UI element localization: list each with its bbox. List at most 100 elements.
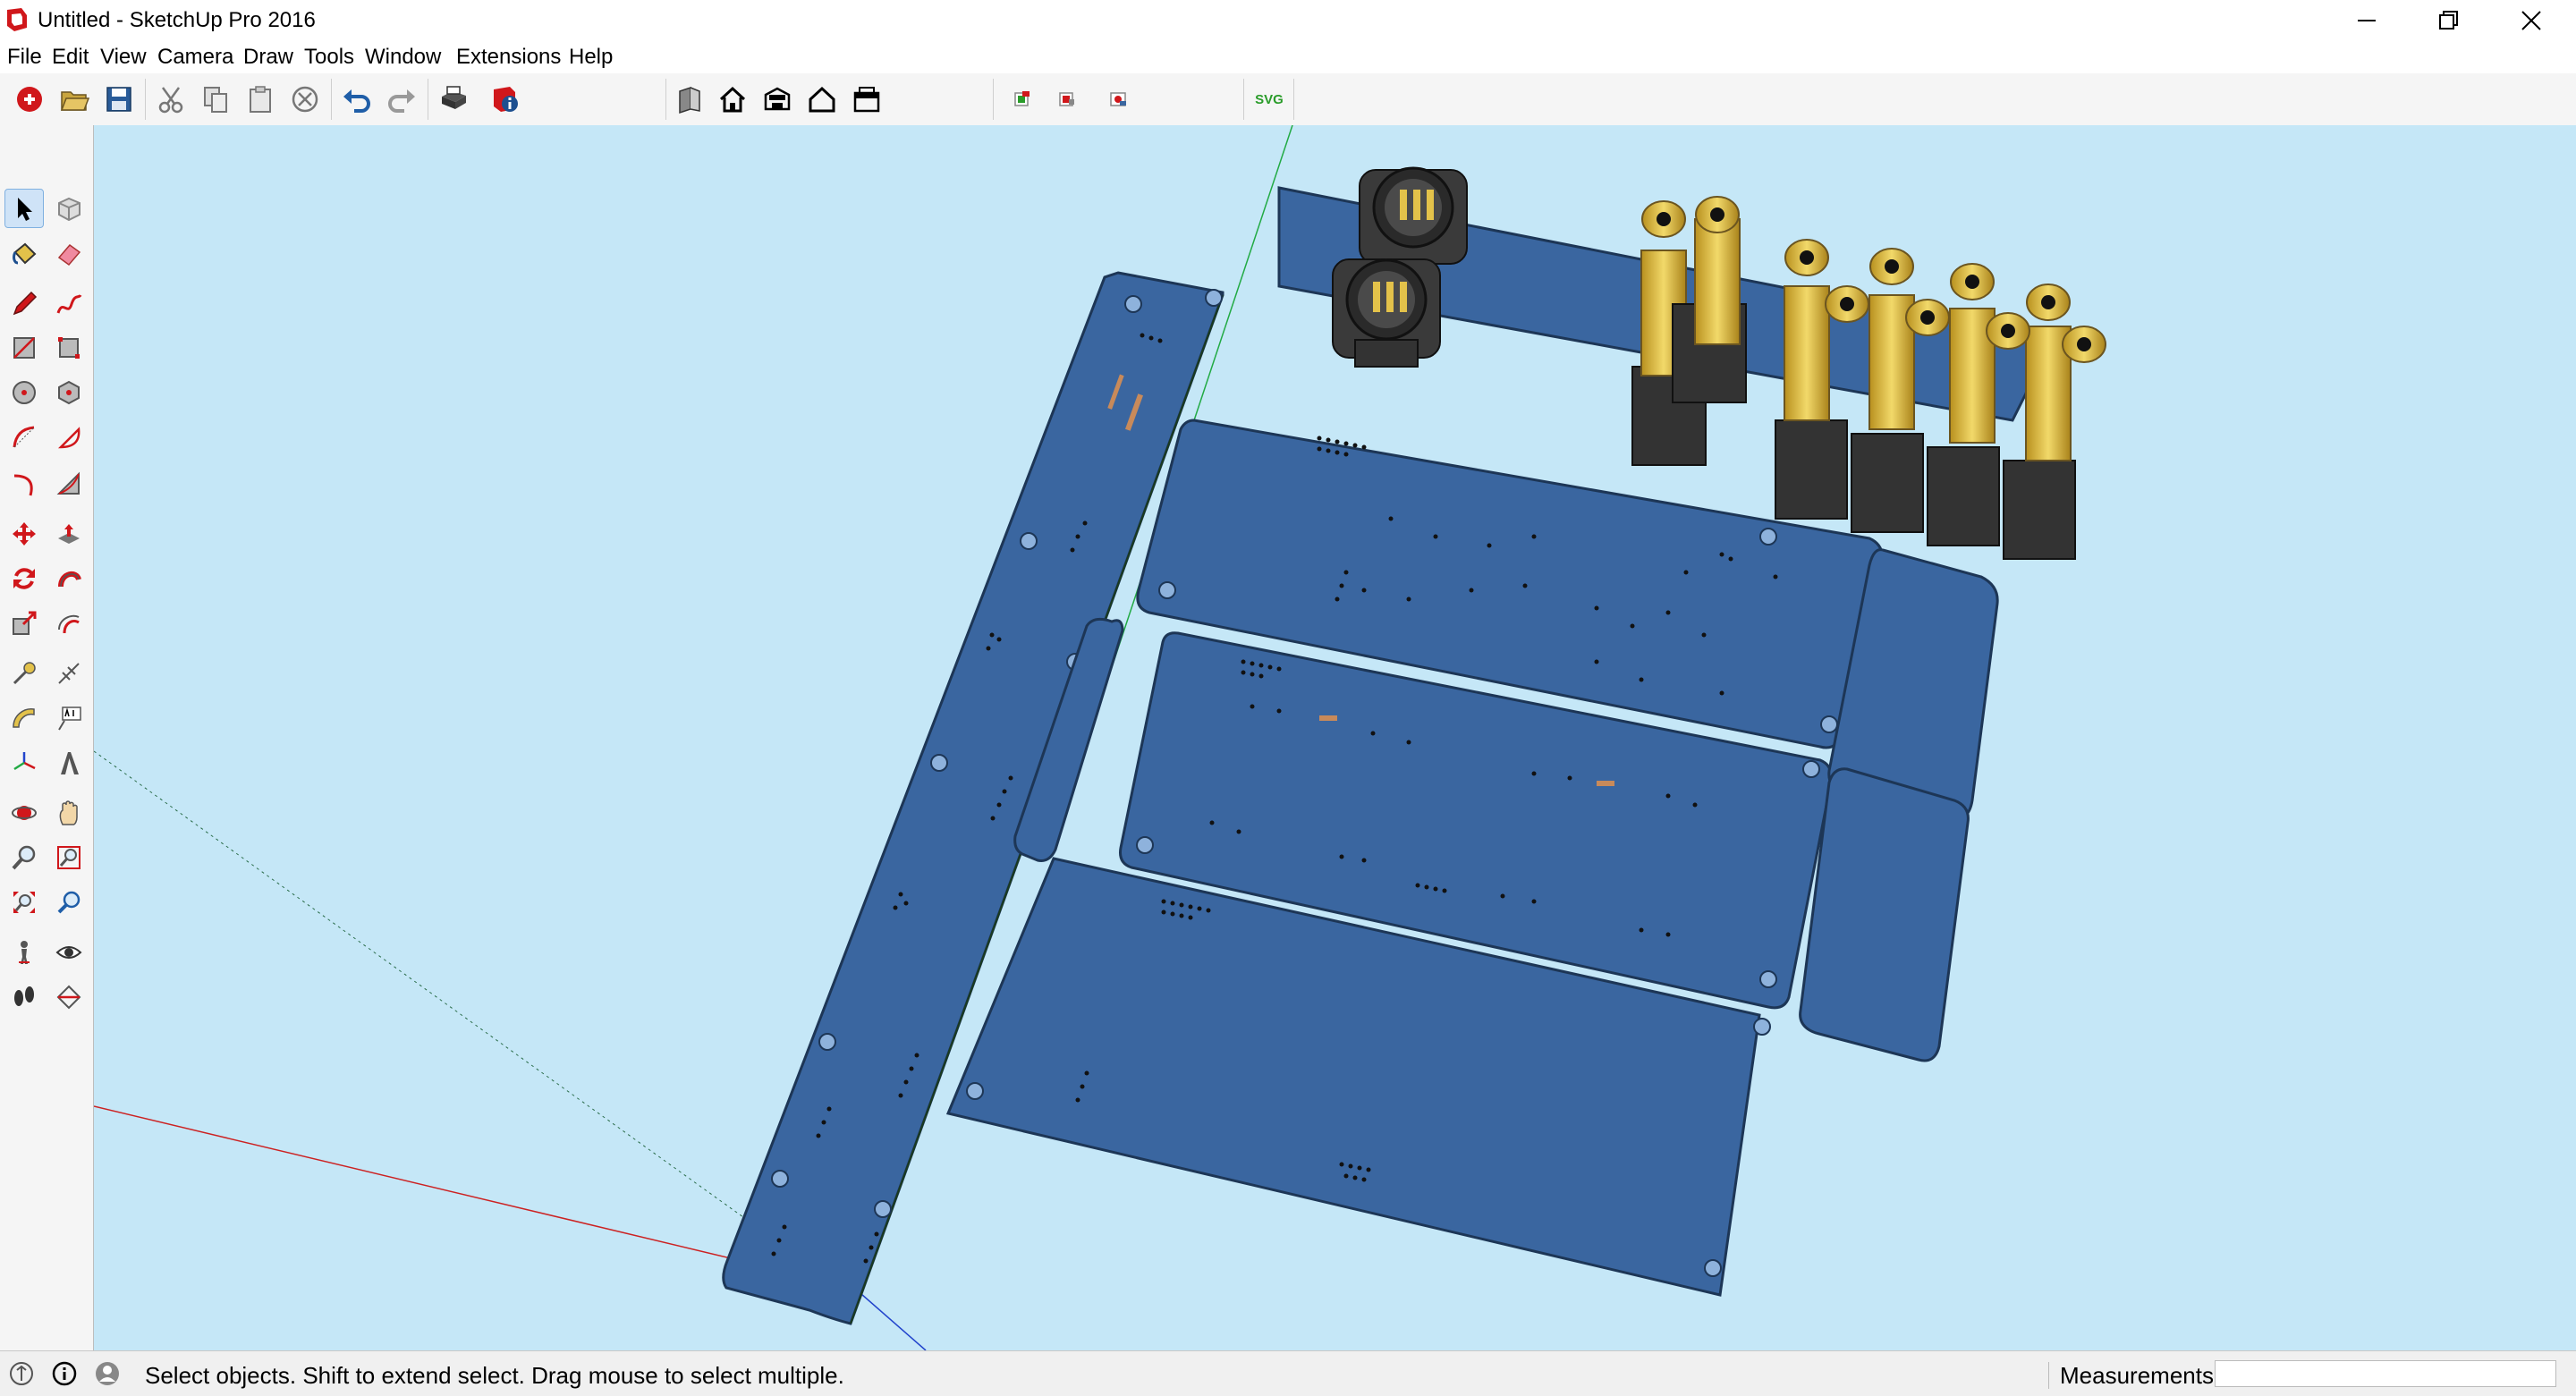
push-pull-tool[interactable] xyxy=(50,515,88,553)
xlr-connector-1[interactable] xyxy=(1359,166,1468,265)
3d-text-tool[interactable] xyxy=(50,744,88,782)
pencil-tool[interactable] xyxy=(5,284,43,322)
print-button[interactable] xyxy=(436,82,470,116)
orbit-icon xyxy=(12,806,37,820)
section-plane-tool[interactable] xyxy=(50,978,88,1016)
main-toolbar: SVG xyxy=(0,73,2576,126)
move-tool[interactable] xyxy=(5,515,43,553)
menu-file[interactable]: File xyxy=(7,45,42,70)
measurements-input[interactable] xyxy=(2215,1360,2556,1387)
restore-icon xyxy=(2439,11,2458,30)
model-viewport[interactable] xyxy=(94,125,2576,1350)
extension-button[interactable] xyxy=(1102,82,1136,116)
open-button[interactable] xyxy=(57,82,91,116)
save-button[interactable] xyxy=(102,82,136,116)
top-view-button[interactable] xyxy=(760,82,794,116)
menu-camera[interactable]: Camera xyxy=(157,45,233,70)
menu-help[interactable]: Help xyxy=(569,45,613,70)
offset-icon xyxy=(58,614,80,634)
minimize-button[interactable] xyxy=(2326,0,2408,41)
3d-text-icon xyxy=(61,752,79,774)
rectangle-tool[interactable] xyxy=(5,329,43,367)
home-view-button[interactable] xyxy=(716,82,750,116)
previous-view-tool[interactable] xyxy=(50,884,88,921)
arc-icon xyxy=(13,426,35,448)
front-view-button[interactable] xyxy=(805,82,839,116)
pencil-icon xyxy=(13,291,38,316)
circle-tool[interactable] xyxy=(5,374,43,411)
follow-me-tool[interactable] xyxy=(50,560,88,597)
xlr-connector-2[interactable] xyxy=(1332,258,1441,368)
dimension-tool[interactable] xyxy=(50,655,88,692)
redo-button[interactable] xyxy=(385,82,419,116)
toolbar-separator xyxy=(145,79,146,120)
pan-icon xyxy=(59,800,78,825)
zoom-extents-tool[interactable] xyxy=(5,884,43,921)
rotated-rectangle-tool[interactable] xyxy=(50,329,88,367)
protractor-tool[interactable] xyxy=(5,699,43,737)
menu-draw[interactable]: Draw xyxy=(243,45,293,70)
info-icon[interactable] xyxy=(50,1359,79,1388)
menu-edit[interactable]: Edit xyxy=(52,45,89,70)
pan-tool[interactable] xyxy=(50,794,88,832)
user-account-icon[interactable] xyxy=(93,1359,122,1388)
previous-view-icon xyxy=(57,891,80,914)
look-around-tool[interactable] xyxy=(50,934,88,971)
erase-icon xyxy=(292,86,318,113)
zoom-window-tool[interactable] xyxy=(50,839,88,876)
title-bar: Untitled - SketchUp Pro 2016 xyxy=(0,0,2576,41)
section-view-button[interactable] xyxy=(850,82,884,116)
paint-bucket-tool[interactable] xyxy=(5,234,43,272)
pie-tool[interactable] xyxy=(50,419,88,456)
text-icon xyxy=(58,706,81,731)
select-tool[interactable] xyxy=(4,189,44,228)
toolbar-separator xyxy=(665,79,666,120)
axes-tool[interactable] xyxy=(5,744,43,782)
make-component-tool[interactable] xyxy=(50,190,88,227)
new-file-button[interactable] xyxy=(13,82,47,116)
polygon-tool[interactable] xyxy=(50,374,88,411)
model-info-button[interactable] xyxy=(488,82,522,116)
freehand-tool[interactable] xyxy=(50,284,88,322)
offset-tool[interactable] xyxy=(50,605,88,642)
two-point-arc-tool[interactable] xyxy=(5,465,43,503)
home-view-icon xyxy=(719,86,746,113)
geo-location-icon[interactable] xyxy=(7,1359,36,1388)
import-button[interactable] xyxy=(1005,82,1039,116)
iso-view-button[interactable] xyxy=(673,82,707,116)
zoom-tool[interactable] xyxy=(5,839,43,876)
export-icon xyxy=(1059,92,1074,106)
position-camera-tool[interactable] xyxy=(5,934,43,971)
eraser-icon xyxy=(57,243,81,267)
small-board-right-2[interactable] xyxy=(1799,767,1970,1062)
scale-tool[interactable] xyxy=(5,605,43,642)
rotate-tool[interactable] xyxy=(5,560,43,597)
orbit-tool[interactable] xyxy=(5,794,43,832)
tape-measure-tool[interactable] xyxy=(5,655,43,692)
large-tool-set xyxy=(0,125,94,1350)
status-hint: Select objects. Shift to extend select. … xyxy=(145,1362,844,1389)
menu-window[interactable]: Window xyxy=(365,45,441,70)
export-button[interactable] xyxy=(1050,82,1084,116)
cut-button[interactable] xyxy=(154,82,188,116)
zoom-window-icon xyxy=(57,846,80,869)
menu-tools[interactable]: Tools xyxy=(304,45,354,70)
eraser-tool[interactable] xyxy=(50,234,88,272)
text-tool[interactable] xyxy=(50,699,88,737)
close-button[interactable] xyxy=(2490,0,2572,41)
paste-button[interactable] xyxy=(243,82,277,116)
svg-export-button[interactable]: SVG xyxy=(1252,82,1286,116)
erase-selection-button[interactable] xyxy=(288,82,322,116)
redo-icon xyxy=(388,89,415,113)
undo-button[interactable] xyxy=(340,82,374,116)
svg-label: SVG xyxy=(1255,91,1284,107)
walk-tool[interactable] xyxy=(5,978,43,1016)
arc-tool[interactable] xyxy=(5,419,43,456)
menu-extensions[interactable]: Extensions xyxy=(456,45,561,70)
menu-view[interactable]: View xyxy=(100,45,147,70)
three-point-arc-tool[interactable] xyxy=(50,465,88,503)
paint-bucket-icon xyxy=(13,242,37,265)
menu-bar: File Edit View Camera Draw Tools Window … xyxy=(0,41,2576,73)
copy-button[interactable] xyxy=(199,82,233,116)
restore-button[interactable] xyxy=(2408,0,2490,41)
